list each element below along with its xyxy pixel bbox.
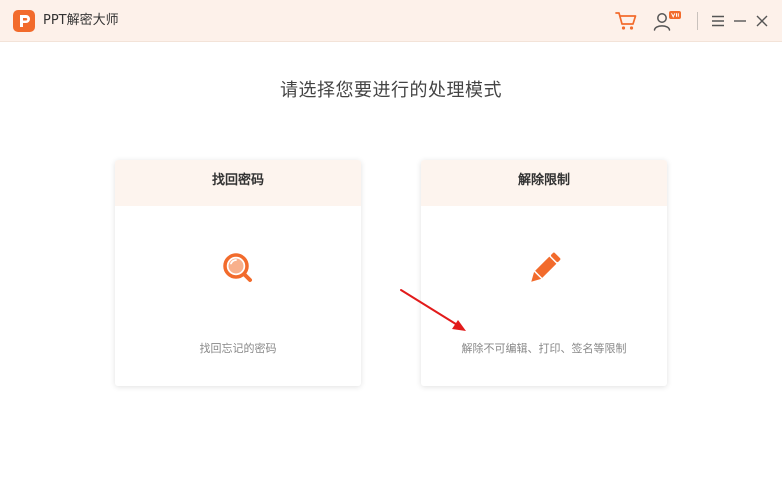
app-title: PPT解密大师 [43, 13, 119, 28]
title-bar: PPT解密大师 [0, 0, 782, 42]
card-title: 找回密码 [211, 173, 264, 188]
card-header: 找回密码 [115, 160, 361, 206]
app-logo-icon [13, 10, 35, 32]
annotation-arrow-icon [400, 289, 466, 331]
hamburger-menu-icon[interactable] [711, 12, 725, 30]
magnifier-icon [219, 250, 257, 288]
close-icon[interactable] [755, 12, 769, 30]
card-header: 解除限制 [421, 160, 667, 206]
pencil-icon [525, 250, 563, 288]
cart-icon[interactable] [614, 10, 638, 32]
card-title: 解除限制 [517, 173, 570, 188]
recover-password-card[interactable]: 找回密码 找回忘记的密码 [115, 160, 361, 386]
titlebar-divider [697, 12, 698, 30]
remove-restriction-card[interactable]: 解除限制 解除不可编辑、打印、签名等限制 [421, 160, 667, 386]
card-description: 找回忘记的密码 [199, 342, 277, 355]
card-description: 解除不可编辑、打印、签名等限制 [461, 342, 627, 355]
user-vip-icon[interactable] [652, 9, 682, 33]
page-heading: 请选择您要进行的处理模式 [280, 80, 502, 101]
minimize-icon[interactable] [733, 12, 747, 30]
